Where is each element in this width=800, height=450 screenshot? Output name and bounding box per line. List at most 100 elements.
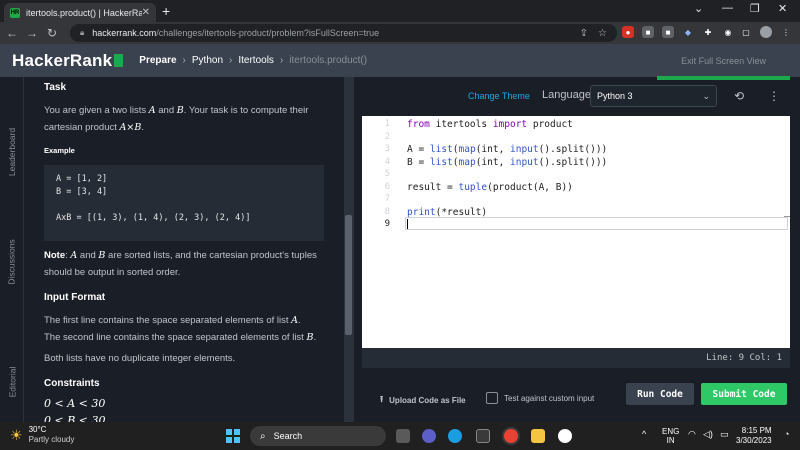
problem-scrollbar[interactable] xyxy=(344,80,353,420)
custom-input-checkbox[interactable] xyxy=(486,392,498,404)
browser-tab-strip: HR itertools.product() | HackerRank ✕ + … xyxy=(0,0,800,22)
clock-date: 3/30/2023 xyxy=(736,436,772,445)
line-number: 7 xyxy=(384,194,390,204)
code-line-1: from itertools import product xyxy=(407,119,573,130)
extensions-puzzle-icon[interactable]: ✚ xyxy=(702,26,714,38)
url-path: /challenges/itertools-product/problem?is… xyxy=(156,28,380,38)
input-format-heading: Input Format xyxy=(44,292,106,303)
hackerrank-logo[interactable]: HackerRank xyxy=(12,50,124,71)
weather-widget[interactable]: ☀ 30°C Partly cloudy xyxy=(10,425,74,445)
battery-icon[interactable]: ▭ xyxy=(720,430,729,439)
chevron-down-icon: ⌄ xyxy=(702,90,710,101)
editor-status-bar: Line: 9 Col: 1 xyxy=(362,348,790,368)
side-panel-icon[interactable]: ▢ xyxy=(740,26,752,38)
hackerrank-favicon-icon: HR xyxy=(10,7,20,18)
minimize-icon[interactable]: — xyxy=(722,2,733,14)
browser-tab[interactable]: HR itertools.product() | HackerRank ✕ xyxy=(4,3,156,22)
logo-text: HackerRank xyxy=(12,50,113,70)
language-indicator[interactable]: ENG IN xyxy=(662,427,679,445)
tab-discussions[interactable]: Discussions xyxy=(0,217,24,307)
reset-history-icon[interactable]: ⟲ xyxy=(734,89,744,103)
new-tab-button[interactable]: + xyxy=(162,3,170,19)
change-theme-link[interactable]: Change Theme xyxy=(468,91,530,101)
forward-arrow-icon[interactable]: → xyxy=(24,26,40,40)
line-number: 5 xyxy=(384,169,390,179)
line-number: 3 xyxy=(384,144,390,154)
share-icon[interactable]: ⇪ xyxy=(580,28,588,39)
search-label: Search xyxy=(273,431,303,441)
close-tab-icon[interactable]: ✕ xyxy=(142,7,150,18)
breadcrumb-prepare[interactable]: Prepare xyxy=(139,55,176,66)
chevron-right-icon: › xyxy=(279,55,284,66)
upload-icon: ⭱ xyxy=(380,394,384,404)
profile-avatar[interactable] xyxy=(760,26,772,38)
wifi-icon[interactable]: ◠ xyxy=(688,430,696,439)
line-number: 6 xyxy=(384,182,390,192)
extension-grey-icon[interactable]: ■ xyxy=(642,26,654,38)
meet-chat-icon[interactable] xyxy=(422,429,436,443)
tab-discussions-label: Discussions xyxy=(7,239,18,285)
upload-code-button[interactable]: ⭱ Upload Code as File xyxy=(380,392,466,408)
constraint-a: 0 < A < 30 xyxy=(44,397,106,410)
lang-bottom: IN xyxy=(666,436,675,445)
code-editor[interactable]: 1 2 3 4 5 6 7 8 9 from itertools import … xyxy=(362,116,790,348)
breadcrumb-python[interactable]: Python xyxy=(192,55,223,66)
volume-icon[interactable]: ◁) xyxy=(703,430,713,439)
tab-leaderboard[interactable]: Leaderboard xyxy=(0,107,24,197)
editor-actions: ⭱ Upload Code as File Test against custo… xyxy=(362,375,790,421)
example-heading: Example xyxy=(44,146,75,155)
breadcrumb-itertools[interactable]: Itertools xyxy=(238,55,274,66)
tab-search-chevron-icon[interactable]: ⌄ xyxy=(694,2,703,15)
file-explorer-icon[interactable] xyxy=(531,429,545,443)
taskbar-search[interactable]: ⌕ Search xyxy=(250,426,386,446)
problem-statement: Task You are given a two lists A and B. … xyxy=(24,77,344,422)
url-host: hackerrank.com xyxy=(92,28,157,38)
app-icon[interactable] xyxy=(558,429,572,443)
extension-red-icon[interactable]: ● xyxy=(622,26,634,38)
upload-label: Upload Code as File xyxy=(389,395,466,405)
extension-blue-icon[interactable]: ◆ xyxy=(682,26,694,38)
side-tabs: Leaderboard Discussions Editorial xyxy=(0,77,24,422)
submit-code-button[interactable]: Submit Code xyxy=(701,383,787,405)
notification-icon[interactable]: ◔ xyxy=(784,430,789,439)
windows-start-icon[interactable] xyxy=(226,429,240,443)
close-window-icon[interactable]: ✕ xyxy=(778,2,787,15)
edge-browser-icon[interactable] xyxy=(448,429,462,443)
browser-menu-icon[interactable]: ⋮ xyxy=(780,26,792,38)
tab-editorial[interactable]: Editorial xyxy=(0,347,24,417)
task-view-icon[interactable] xyxy=(396,429,410,443)
current-line-highlight xyxy=(405,217,788,230)
address-bar[interactable]: 🔒︎ hackerrank.com/challenges/itertools-p… xyxy=(70,24,617,42)
taskbar-clock[interactable]: 8:15 PM 3/30/2023 xyxy=(736,426,772,446)
custom-input-label[interactable]: Test against custom input xyxy=(504,394,594,403)
language-select[interactable]: Python 3 ⌄ xyxy=(590,85,717,107)
line-number-gutter: 1 2 3 4 5 6 7 8 9 xyxy=(362,116,394,348)
progress-bar xyxy=(657,76,790,80)
exit-fullscreen-link[interactable]: Exit Full Screen View xyxy=(681,56,766,66)
partly-cloudy-icon: ☀ xyxy=(10,427,23,443)
lang-top: ENG xyxy=(662,427,680,436)
more-options-icon[interactable]: ⋮ xyxy=(768,89,780,103)
text-caret xyxy=(407,219,408,229)
chrome-browser-icon[interactable] xyxy=(504,429,518,443)
reading-list-icon[interactable]: ◉ xyxy=(722,26,734,38)
store-icon[interactable] xyxy=(476,429,490,443)
windows-taskbar: ☀ 30°C Partly cloudy ⌕ Search ^ ENG IN ◠… xyxy=(0,422,800,450)
code-line-3: A = list(map(int, input().split())) xyxy=(407,144,608,155)
line-number: 2 xyxy=(384,132,390,142)
constraints-heading: Constraints xyxy=(44,378,100,389)
back-arrow-icon[interactable]: ← xyxy=(4,26,20,40)
restore-icon[interactable]: ❐ xyxy=(750,2,760,15)
language-value: Python 3 xyxy=(597,91,633,101)
browser-tab-title: itertools.product() | HackerRank xyxy=(26,7,142,18)
scrollbar-thumb[interactable] xyxy=(345,215,352,335)
tray-chevron-up-icon[interactable]: ^ xyxy=(642,430,646,439)
bookmark-star-icon[interactable]: ☆ xyxy=(598,28,607,39)
reload-icon[interactable]: ↻ xyxy=(44,26,60,40)
tab-editorial-label: Editorial xyxy=(7,366,17,398)
input-line-2: The second line contains the space separ… xyxy=(44,332,317,343)
constraint-b: 0 < B < 30 xyxy=(44,414,106,422)
example-line: AxB = [(1, 3), (1, 4), (2, 3), (2, 4)] xyxy=(56,213,251,223)
extension-grey2-icon[interactable]: ■ xyxy=(662,26,674,38)
run-code-button[interactable]: Run Code xyxy=(626,383,694,405)
